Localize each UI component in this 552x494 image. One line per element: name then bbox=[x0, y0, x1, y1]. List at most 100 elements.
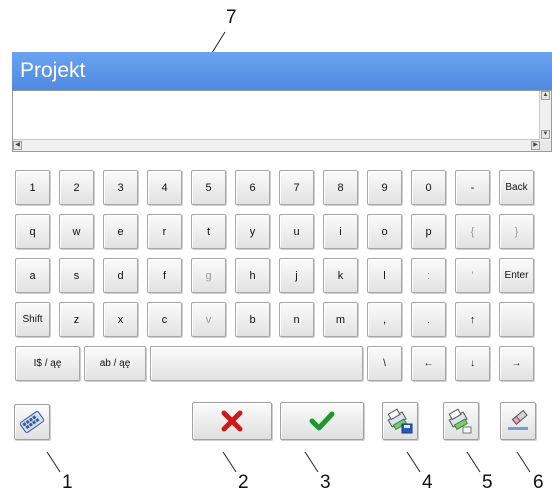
key-x[interactable]: x bbox=[103, 302, 138, 337]
vertical-scrollbar[interactable]: ▲ ▼ bbox=[539, 91, 551, 139]
key-label: Back bbox=[505, 182, 528, 193]
key-o[interactable]: o bbox=[367, 214, 402, 249]
key-e[interactable]: e bbox=[103, 214, 138, 249]
key-i[interactable]: i bbox=[323, 214, 358, 249]
key-u[interactable]: u bbox=[279, 214, 314, 249]
dialog-title: Projekt bbox=[20, 59, 86, 82]
shift-key[interactable]: Shift bbox=[15, 302, 50, 337]
key-label: r bbox=[162, 225, 167, 238]
key-w[interactable]: w bbox=[59, 214, 94, 249]
key-label: z bbox=[73, 313, 80, 326]
key-0[interactable]: 0 bbox=[411, 170, 446, 205]
clear-text-button[interactable] bbox=[500, 402, 536, 440]
key-f[interactable]: f bbox=[147, 258, 182, 293]
key-3[interactable]: 3 bbox=[103, 170, 138, 205]
key-label: e bbox=[117, 225, 124, 238]
key-v[interactable]: v bbox=[191, 302, 226, 337]
scroll-down-icon[interactable]: ▼ bbox=[541, 130, 550, 139]
project-dialog: Projekt ▲ ▼ ◀ ▶ 1 2 3 4 5 6 7 8 9 0 - Back q w e r t y u i o… bbox=[12, 52, 552, 452]
colon-key[interactable]: : bbox=[411, 258, 446, 293]
key-q[interactable]: q bbox=[15, 214, 50, 249]
key-t[interactable]: t bbox=[191, 214, 226, 249]
print-button[interactable] bbox=[443, 402, 479, 440]
space-key[interactable] bbox=[150, 346, 363, 381]
key-c[interactable]: c bbox=[147, 302, 182, 337]
key-d[interactable]: d bbox=[103, 258, 138, 293]
key-n[interactable]: n bbox=[279, 302, 314, 337]
blank-key[interactable] bbox=[499, 302, 534, 337]
left-brace-key[interactable]: { bbox=[455, 214, 490, 249]
scroll-left-icon[interactable]: ◀ bbox=[13, 141, 22, 150]
minus-key[interactable]: - bbox=[455, 170, 490, 205]
key-2[interactable]: 2 bbox=[59, 170, 94, 205]
key-label: } bbox=[514, 225, 519, 238]
key-label: Enter bbox=[504, 270, 529, 281]
title-bar: Projekt bbox=[12, 52, 552, 90]
horizontal-scrollbar[interactable]: ◀ ▶ bbox=[13, 139, 540, 151]
key-label: 5 bbox=[205, 181, 212, 194]
backslash-key[interactable]: \ bbox=[367, 346, 402, 381]
key-p[interactable]: p bbox=[411, 214, 446, 249]
period-key[interactable]: . bbox=[411, 302, 446, 337]
backspace-key[interactable]: Back bbox=[499, 170, 534, 205]
key-8[interactable]: 8 bbox=[323, 170, 358, 205]
arrow-right-key[interactable]: → bbox=[499, 346, 534, 381]
key-1[interactable]: 1 bbox=[15, 170, 50, 205]
arrow-left-key[interactable]: ← bbox=[411, 346, 446, 381]
key-s[interactable]: s bbox=[59, 258, 94, 293]
callout-7: 7 bbox=[226, 7, 237, 28]
key-z[interactable]: z bbox=[59, 302, 94, 337]
key-6[interactable]: 6 bbox=[235, 170, 270, 205]
key-label: ← bbox=[423, 358, 434, 369]
confirm-button[interactable] bbox=[280, 402, 364, 440]
callout-2: 2 bbox=[238, 472, 249, 493]
key-label: s bbox=[73, 269, 80, 282]
key-label: w bbox=[72, 225, 81, 238]
save-to-file-button[interactable] bbox=[382, 402, 418, 440]
key-label: 2 bbox=[73, 181, 80, 194]
text-input-area[interactable]: ▲ ▼ ◀ ▶ bbox=[12, 90, 552, 152]
symbols-mode-key[interactable]: I$ / ąę bbox=[15, 346, 80, 381]
key-label: { bbox=[470, 225, 475, 238]
enter-key[interactable]: Enter bbox=[499, 258, 534, 293]
key-label: Shift bbox=[22, 314, 43, 325]
arrow-up-key[interactable]: ↑ bbox=[455, 302, 490, 337]
key-r[interactable]: r bbox=[147, 214, 182, 249]
key-label: b bbox=[249, 313, 256, 326]
key-b[interactable]: b bbox=[235, 302, 270, 337]
cancel-button[interactable] bbox=[192, 402, 272, 440]
key-label: d bbox=[117, 269, 124, 282]
comma-key[interactable]: , bbox=[367, 302, 402, 337]
key-5[interactable]: 5 bbox=[191, 170, 226, 205]
printer-icon bbox=[448, 408, 472, 434]
apostrophe-key[interactable]: ' bbox=[455, 258, 490, 293]
key-label: 7 bbox=[293, 181, 300, 194]
key-j[interactable]: j bbox=[279, 258, 314, 293]
key-g[interactable]: g bbox=[191, 258, 226, 293]
key-label: . bbox=[426, 313, 431, 326]
key-label: I$ / ąę bbox=[33, 358, 62, 369]
key-m[interactable]: m bbox=[323, 302, 358, 337]
scroll-right-icon[interactable]: ▶ bbox=[531, 141, 540, 150]
key-label: 3 bbox=[117, 181, 124, 194]
key-9[interactable]: 9 bbox=[367, 170, 402, 205]
accents-mode-key[interactable]: ab / ąę bbox=[84, 346, 146, 381]
key-4[interactable]: 4 bbox=[147, 170, 182, 205]
right-brace-key[interactable]: } bbox=[499, 214, 534, 249]
key-h[interactable]: h bbox=[235, 258, 270, 293]
key-label: → bbox=[511, 358, 522, 369]
key-label: o bbox=[381, 225, 388, 238]
key-l[interactable]: l bbox=[367, 258, 402, 293]
key-k[interactable]: k bbox=[323, 258, 358, 293]
key-label: ' bbox=[471, 269, 474, 282]
key-label: u bbox=[293, 225, 300, 238]
arrow-down-key[interactable]: ↓ bbox=[455, 346, 490, 381]
key-label: \ bbox=[383, 358, 386, 369]
key-7[interactable]: 7 bbox=[279, 170, 314, 205]
key-y[interactable]: y bbox=[235, 214, 270, 249]
keyboard-layout-button[interactable] bbox=[14, 404, 50, 440]
key-label: q bbox=[29, 225, 36, 238]
key-a[interactable]: a bbox=[15, 258, 50, 293]
key-label: ab / ąę bbox=[99, 358, 131, 369]
scroll-up-icon[interactable]: ▲ bbox=[541, 91, 550, 100]
